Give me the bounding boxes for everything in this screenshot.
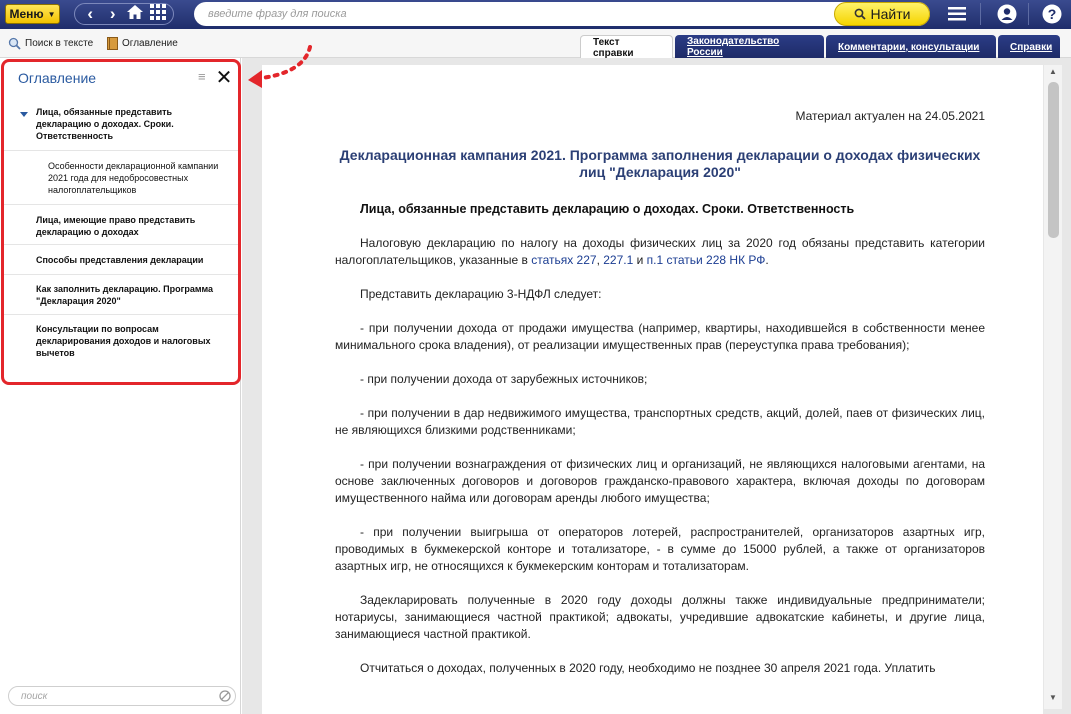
law-link[interactable]: статьях 227 [531, 253, 596, 267]
tab-references[interactable]: Справки [998, 35, 1060, 59]
paragraph: - при получении в дар недвижимого имущес… [335, 406, 985, 437]
paragraph: Представить декларацию 3-НДФЛ следует: [360, 287, 602, 301]
scroll-up-icon[interactable]: ▲ [1047, 67, 1059, 77]
search-in-text-label: Поиск в тексте [25, 38, 94, 49]
toc-item-label: Как заполнить декларацию. Программа "Дек… [36, 284, 214, 306]
toc-button-label: Оглавление [122, 38, 178, 49]
paragraph-text: и [633, 253, 647, 267]
document-title: Декларационная кампания 2021. Программа … [339, 147, 981, 180]
toc-button[interactable]: Оглавление [107, 37, 178, 50]
law-link[interactable]: НК РФ [729, 253, 765, 267]
paragraph: - при получении вознаграждения от физиче… [335, 457, 985, 505]
book-icon [107, 37, 118, 50]
back-arrow-icon[interactable]: ‹ [79, 4, 101, 24]
toc-search-input[interactable] [21, 690, 211, 703]
toc-item[interactable]: Способы представления декларации [4, 245, 238, 275]
document-content: Материал актуален на 24.05.2021 Декларац… [335, 108, 985, 694]
list-icon[interactable]: ≡ [198, 70, 210, 83]
tab-help-text[interactable]: Текст справки [580, 35, 673, 59]
document-area: Материал актуален на 24.05.2021 Декларац… [242, 58, 1071, 714]
chevron-down-icon: ▼ [47, 9, 56, 19]
toc-item[interactable]: Лица, имеющие право представить декларац… [4, 205, 238, 245]
document-page: Материал актуален на 24.05.2021 Декларац… [262, 65, 1043, 714]
document-tabs: Текст справки Законодательство России Ко… [580, 35, 1060, 59]
user-icon[interactable] [994, 2, 1020, 26]
toc-panel: Оглавление ≡ ✕ Лица, обязанные представи… [0, 58, 241, 714]
toolbar-separator [1028, 3, 1029, 25]
top-bar: Меню ▼ ‹ › Найти [0, 0, 1071, 29]
find-button[interactable]: Найти [834, 2, 930, 26]
scrollbar-thumb[interactable] [1048, 82, 1059, 238]
close-icon[interactable]: ✕ [213, 66, 235, 89]
toc-search-box [8, 686, 236, 706]
actuality-date: Материал актуален на 24.05.2021 [795, 109, 985, 123]
section-heading: Лица, обязанные представить декларацию о… [360, 202, 855, 216]
toc-item-label: Лица, обязанные представить декларацию о… [36, 107, 174, 141]
expand-triangle-icon[interactable] [20, 112, 28, 117]
forward-arrow-icon[interactable]: › [102, 4, 124, 24]
paragraph-text: . [765, 253, 769, 267]
grid-icon[interactable] [147, 3, 169, 25]
menu-button-label: Меню [9, 7, 44, 21]
search-magnifier-icon [854, 8, 866, 20]
paragraph: - при получении дохода от продажи имущес… [335, 321, 985, 352]
paragraph: Задекларировать полученные в 2020 году д… [335, 593, 985, 641]
toc-item[interactable]: Консультации по вопросам декларирования … [4, 315, 238, 365]
toc-item[interactable]: Особенности декларационной кампании 2021… [4, 151, 238, 205]
toc-item[interactable]: Лица, обязанные представить декларацию о… [4, 100, 238, 151]
toc-title: Оглавление [18, 70, 97, 86]
paragraph: Отчитаться о доходах, полученных в 2020 … [360, 661, 936, 675]
law-link[interactable]: п.1 статьи 228 [647, 253, 726, 267]
tab-label: Законодательство России [687, 36, 780, 58]
menu-button[interactable]: Меню ▼ [5, 4, 60, 24]
search-in-text-button[interactable]: Поиск в тексте [8, 37, 93, 50]
toc-item-label: Консультации по вопросам декларирования … [36, 324, 211, 358]
tab-label: Текст справки [593, 36, 634, 59]
tab-legislation[interactable]: Законодательство России [675, 35, 824, 59]
toolbar-separator [980, 3, 981, 25]
toc-item-label: Способы представления декларации [36, 255, 204, 265]
toc-item-label: Особенности декларационной кампании 2021… [48, 161, 219, 195]
help-icon[interactable]: ? [1039, 2, 1065, 26]
tab-label: Комментарии, консультации [838, 41, 980, 53]
pointer-arrow-icon [248, 45, 312, 88]
toc-item-label: Лица, имеющие право представить декларац… [36, 215, 196, 237]
clear-icon[interactable] [219, 690, 231, 702]
home-icon[interactable] [124, 4, 146, 25]
svg-text:?: ? [1048, 6, 1057, 22]
search-box: Найти [194, 2, 930, 26]
paragraph: - при получении дохода от зарубежных ист… [360, 372, 648, 386]
search-input[interactable] [208, 5, 828, 23]
paragraph: Налоговую декларацию по налогу на доходы… [335, 235, 985, 269]
find-button-label: Найти [870, 6, 911, 22]
paragraph: - при получении выигрыша от операторов л… [335, 525, 985, 573]
toc-list: Лица, обязанные представить декларацию о… [4, 100, 238, 365]
tab-label: Справки [1010, 41, 1053, 53]
navigation-group: ‹ › [74, 3, 174, 25]
scroll-down-icon[interactable]: ▼ [1047, 693, 1059, 703]
hamburger-icon[interactable] [944, 2, 970, 26]
law-link[interactable]: 227.1 [603, 253, 633, 267]
search-magnifier-icon [8, 37, 21, 50]
tab-comments[interactable]: Комментарии, консультации [826, 35, 996, 59]
toc-item[interactable]: Как заполнить декларацию. Программа "Дек… [4, 275, 238, 315]
